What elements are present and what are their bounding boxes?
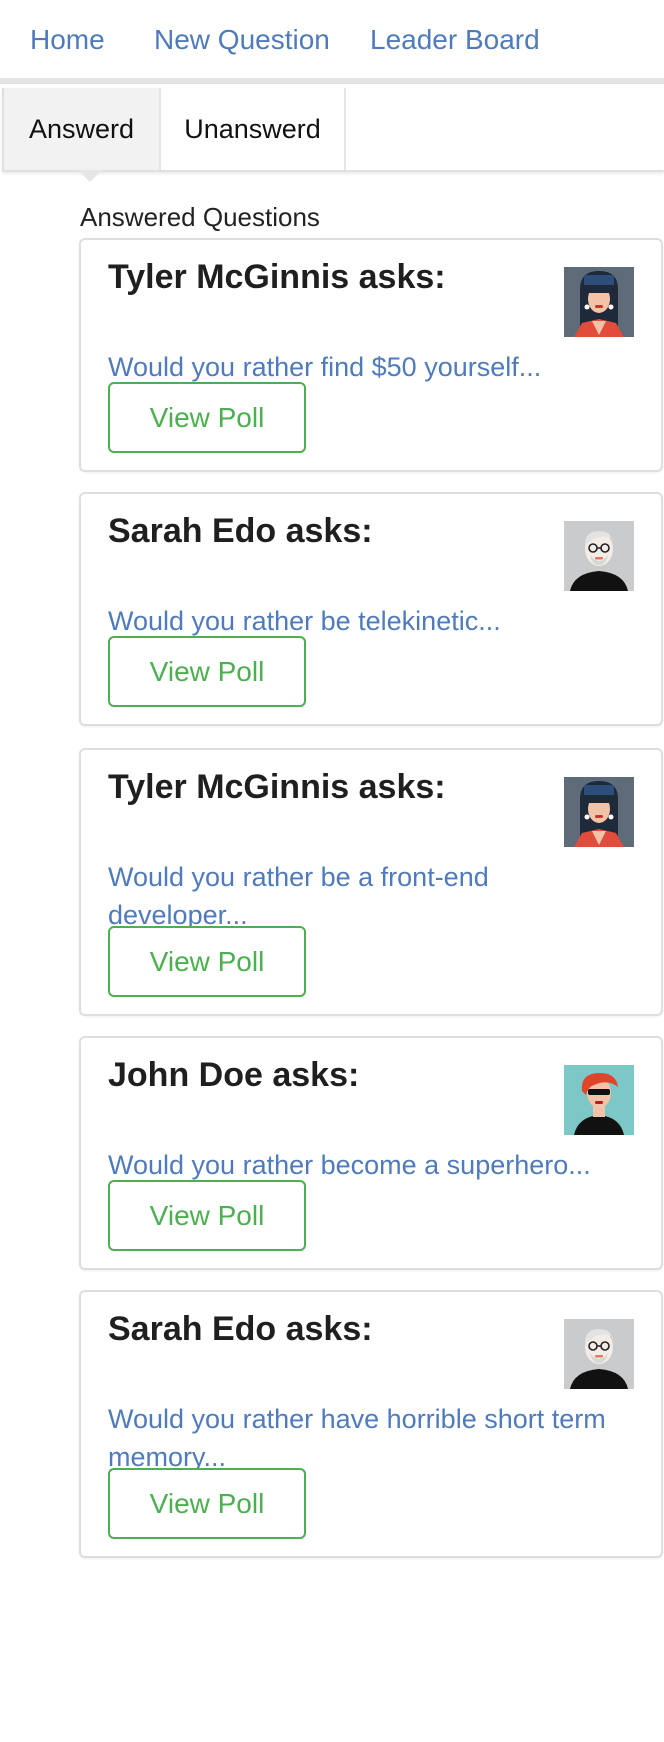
view-poll-button[interactable]: View Poll	[108, 382, 306, 453]
card-question: Would you rather be a front-end develope…	[108, 862, 489, 930]
question-card: Sarah Edo asks: Would you rather be tele…	[79, 492, 663, 726]
card-question: Would you rather be telekinetic...	[108, 606, 501, 636]
tab-unanswered[interactable]: Unanswerd	[161, 88, 346, 170]
card-asker: Sarah Edo asks:	[108, 1310, 373, 1348]
card-question: Would you rather become a superhero...	[108, 1150, 591, 1180]
red-hair-woman-avatar	[564, 1065, 634, 1135]
question-card: John Doe asks: Would you rather become a…	[79, 1036, 663, 1270]
woman-long-hair-avatar	[564, 777, 634, 847]
nav-home-link[interactable]: Home	[30, 24, 105, 56]
bald-man-glasses-avatar	[564, 1319, 634, 1389]
view-poll-button[interactable]: View Poll	[108, 1468, 306, 1539]
section-title: Answered Questions	[80, 202, 320, 232]
view-poll-button[interactable]: View Poll	[108, 926, 306, 997]
card-asker: Sarah Edo asks:	[108, 512, 373, 550]
woman-long-hair-avatar	[564, 267, 634, 337]
card-asker: Tyler McGinnis asks:	[108, 768, 446, 806]
view-poll-button[interactable]: View Poll	[108, 1180, 306, 1251]
tab-answered[interactable]: Answerd	[4, 88, 161, 170]
bald-man-glasses-avatar	[564, 521, 634, 591]
question-card: Tyler McGinnis asks: Would you rather fi…	[79, 238, 663, 472]
active-tab-pointer	[78, 170, 102, 182]
view-poll-button[interactable]: View Poll	[108, 636, 306, 707]
nav-leader-board-link[interactable]: Leader Board	[370, 24, 540, 56]
card-asker: John Doe asks:	[108, 1056, 360, 1094]
card-question: Would you rather have horrible short ter…	[108, 1404, 606, 1472]
card-asker: Tyler McGinnis asks:	[108, 258, 446, 296]
nav-new-question-link[interactable]: New Question	[154, 24, 330, 56]
question-card: Tyler McGinnis asks: Would you rather be…	[79, 748, 663, 1016]
question-tabs: Answerd Unanswerd	[2, 88, 664, 172]
top-nav: Home New Question Leader Board	[0, 0, 664, 84]
card-question: Would you rather find $50 yourself...	[108, 352, 542, 382]
question-card: Sarah Edo asks: Would you rather have ho…	[79, 1290, 663, 1558]
